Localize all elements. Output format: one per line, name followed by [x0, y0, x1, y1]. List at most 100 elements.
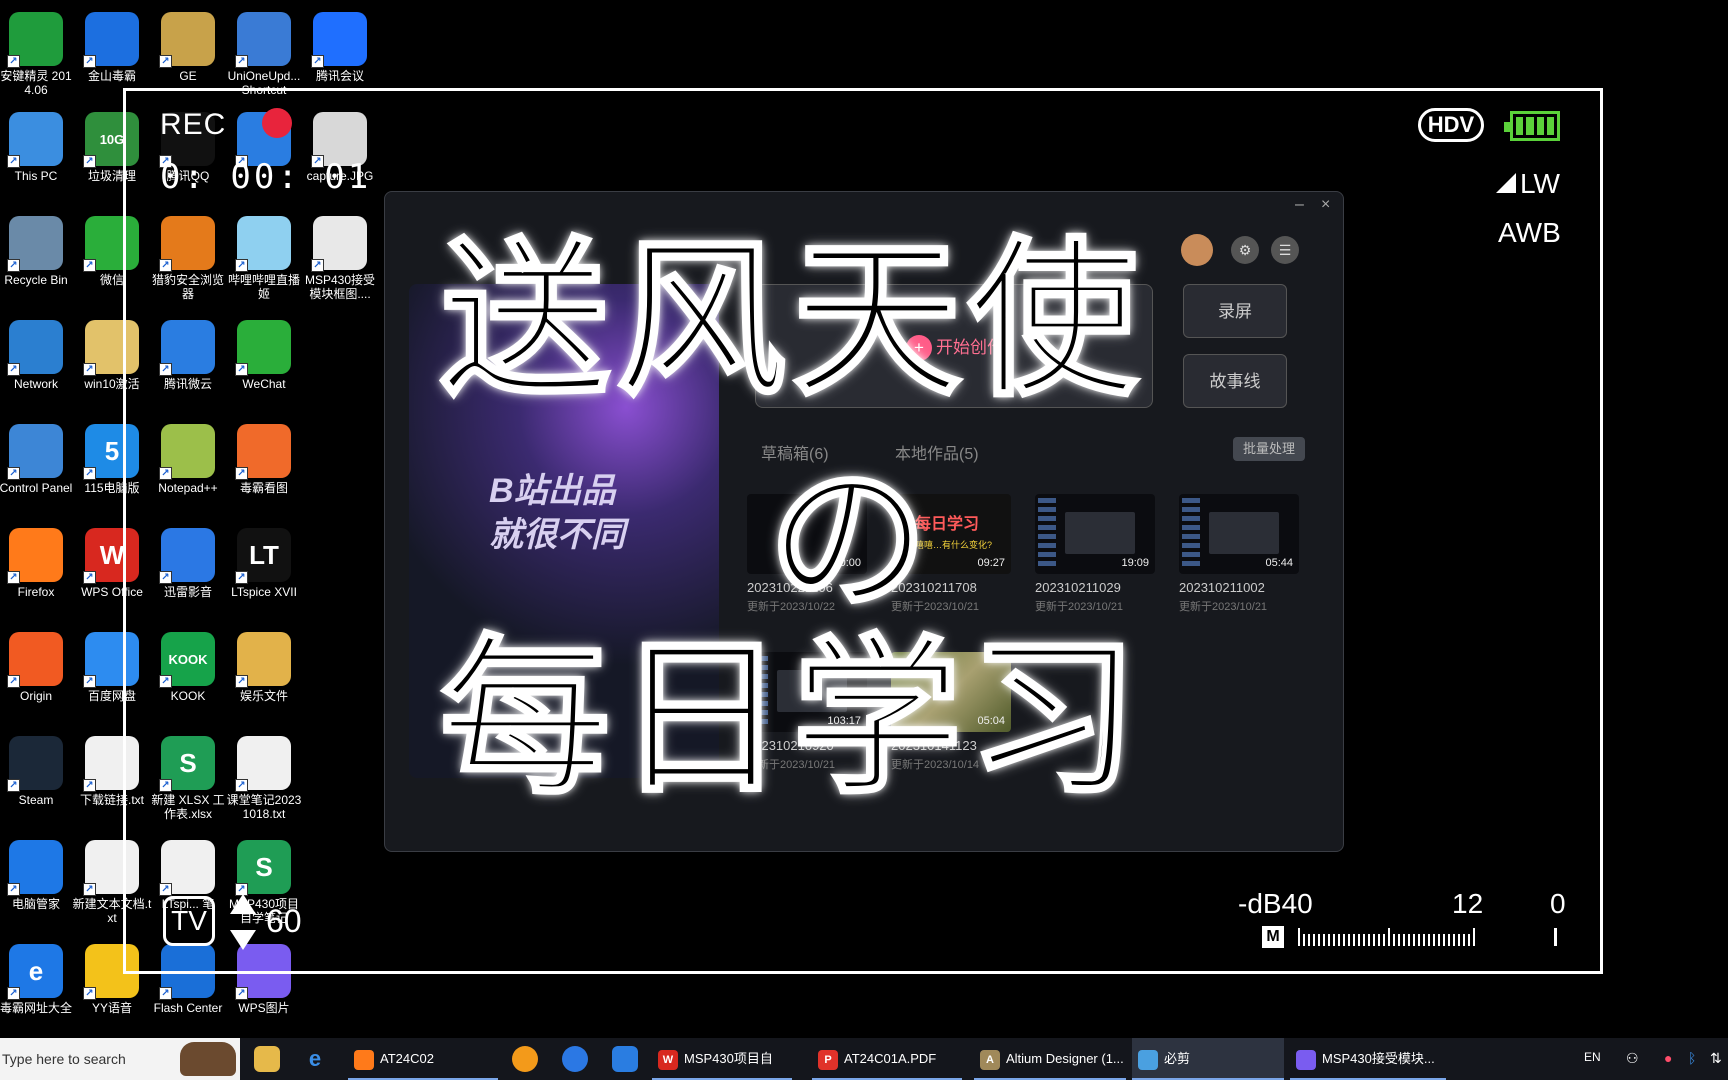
shortcut-arrow-icon: ↗: [235, 55, 248, 68]
meter-tick: [1308, 934, 1310, 946]
desktop-icon[interactable]: ↗ Firefox: [0, 528, 74, 624]
desktop-icon-label: 安键精灵 2014.06: [0, 69, 72, 97]
shortcut-arrow-icon: ↗: [235, 987, 248, 1000]
taskbar-app-icon: [1296, 1049, 1316, 1070]
taskbar-app-button[interactable]: 必剪: [1132, 1038, 1284, 1080]
draft-thumbnail[interactable]: 19:09: [1035, 494, 1155, 574]
meter-tick: [1318, 934, 1320, 946]
shortcut-arrow-icon: ↗: [83, 987, 96, 1000]
audio-level-meter: [1298, 928, 1557, 946]
app-icon: ↗: [7, 528, 63, 584]
taskbar-app-button[interactable]: WMSP430项目自学...: [652, 1038, 792, 1080]
desktop-icon-label: Recycle Bin: [4, 273, 68, 287]
app-icon: ↗: [7, 840, 63, 896]
meter-tick: [1303, 934, 1305, 946]
close-button[interactable]: ×: [1321, 196, 1330, 214]
meter-tick: [1393, 934, 1395, 946]
meter-tick: [1313, 934, 1315, 946]
shortcut-arrow-icon: ↗: [7, 155, 20, 168]
draft-thumbnail[interactable]: 05:44: [1179, 494, 1299, 574]
desktop-icon-label: 腾讯会议: [315, 69, 364, 83]
shortcut-arrow-icon: ↗: [7, 467, 20, 480]
app-icon: ↗: [7, 112, 63, 168]
awb-indicator: AWB: [1498, 217, 1561, 248]
shortcut-arrow-icon: ↗: [311, 55, 324, 68]
shortcut-arrow-icon: ↗: [7, 675, 20, 688]
desktop-icon-label: Flash Center: [153, 1001, 223, 1015]
desktop-icon[interactable]: ↗ 电脑管家: [0, 840, 74, 936]
search-mascot-icon: [180, 1042, 236, 1076]
taskbar-app-label: 必剪: [1164, 1051, 1191, 1066]
edge-icon[interactable]: e: [302, 1046, 328, 1072]
meter-tick: [1373, 934, 1375, 946]
record-tray-icon[interactable]: ●: [1664, 1050, 1672, 1066]
desktop-icon[interactable]: ↗ Recycle Bin: [0, 216, 74, 312]
network-tray-icon[interactable]: ⇅: [1710, 1050, 1722, 1067]
thumb-desktop-strip: [1038, 498, 1056, 568]
app-icon: ↗: [159, 12, 215, 68]
caption-line-3: 每日学习: [438, 619, 1145, 820]
search-box[interactable]: Type here to search: [0, 1038, 240, 1080]
xunlei-icon[interactable]: [562, 1046, 588, 1072]
meter-tick: [1363, 934, 1365, 946]
batch-process-button[interactable]: 批量处理: [1233, 437, 1305, 461]
desktop-icon[interactable]: ↗ Network: [0, 320, 74, 416]
record-screen-button[interactable]: 录屏: [1183, 284, 1287, 338]
desktop-icon-label: Steam: [18, 793, 54, 807]
storyline-button[interactable]: 故事线: [1183, 354, 1287, 408]
thumb-window-preview: [1209, 512, 1279, 554]
avatar[interactable]: [1181, 234, 1213, 266]
desktop-icon[interactable]: ↗ 安键精灵 2014.06: [0, 12, 74, 108]
app-icon: ↗: [311, 12, 367, 68]
signal-icon: [1496, 173, 1516, 193]
meter-tick: [1353, 934, 1355, 946]
taskbar-app-button[interactable]: A Altium Designer (1...: [974, 1038, 1126, 1080]
taskbar-app-button[interactable]: P AT24C01A.PDF: [812, 1038, 962, 1080]
rec-indicator: REC: [160, 108, 227, 141]
desktop-icon[interactable]: ↗ Steam: [0, 736, 74, 832]
app-pin-icon[interactable]: [512, 1046, 538, 1072]
meter-zero-tick: [1554, 928, 1557, 946]
minimize-button[interactable]: –: [1295, 196, 1304, 214]
meter-tick: [1368, 934, 1370, 946]
taskbar-app-button[interactable]: MSP430接受模块...: [1290, 1038, 1446, 1080]
meter-tick: [1408, 934, 1410, 946]
shortcut-arrow-icon: ↗: [7, 259, 20, 272]
draft-title: 202310211002: [1179, 580, 1265, 595]
desktop-icon-label: This PC: [14, 169, 58, 183]
taskbar-app-label: Altium Designer (1...: [1006, 1051, 1124, 1066]
meter-tick: [1328, 934, 1330, 946]
file-explorer-icon[interactable]: [254, 1046, 280, 1072]
timecode: 0: 00: 01: [160, 157, 372, 197]
desktop-icon-label: Control Panel: [0, 481, 73, 495]
message-icon[interactable]: ☰: [1271, 236, 1299, 264]
thumb-desktop-strip: [1182, 498, 1200, 568]
people-icon[interactable]: ⚇: [1626, 1050, 1639, 1067]
shortcut-arrow-icon: ↗: [83, 155, 96, 168]
shortcut-arrow-icon: ↗: [7, 779, 20, 792]
meter-tick: [1298, 928, 1300, 946]
desktop-icon[interactable]: e ↗ 毒霸网址大全: [0, 944, 74, 1040]
meter-tick: [1333, 934, 1335, 946]
meter-tick: [1473, 928, 1475, 946]
up-down-arrows-icon: [230, 894, 256, 950]
desktop-icon-label: WPS图片: [238, 1001, 290, 1015]
app-icon: ↗: [7, 216, 63, 272]
taskbar-app-icon: A: [980, 1049, 1000, 1070]
taskbar-app-button[interactable]: AT24C02 Datasheet,...: [348, 1038, 498, 1080]
shortcut-arrow-icon: ↗: [83, 363, 96, 376]
tv-badge: TV: [163, 896, 215, 946]
thumb-window-preview: [1065, 512, 1135, 554]
db-12-label: 12: [1452, 888, 1484, 919]
bluetooth-icon[interactable]: ᛒ: [1688, 1050, 1696, 1066]
settings-icon[interactable]: ⚙: [1231, 236, 1259, 264]
language-indicator[interactable]: EN: [1584, 1050, 1601, 1064]
meter-tick: [1423, 934, 1425, 946]
desktop-icon[interactable]: ↗ This PC: [0, 112, 74, 208]
battery-icon: [1504, 111, 1560, 141]
feishu-icon[interactable]: [612, 1046, 638, 1072]
desktop-icon[interactable]: ↗ Control Panel: [0, 424, 74, 520]
app-icon: e ↗: [7, 944, 63, 1000]
draft-updated-date: 更新于2023/10/21: [1179, 601, 1268, 613]
desktop-icon[interactable]: ↗ Origin: [0, 632, 74, 728]
